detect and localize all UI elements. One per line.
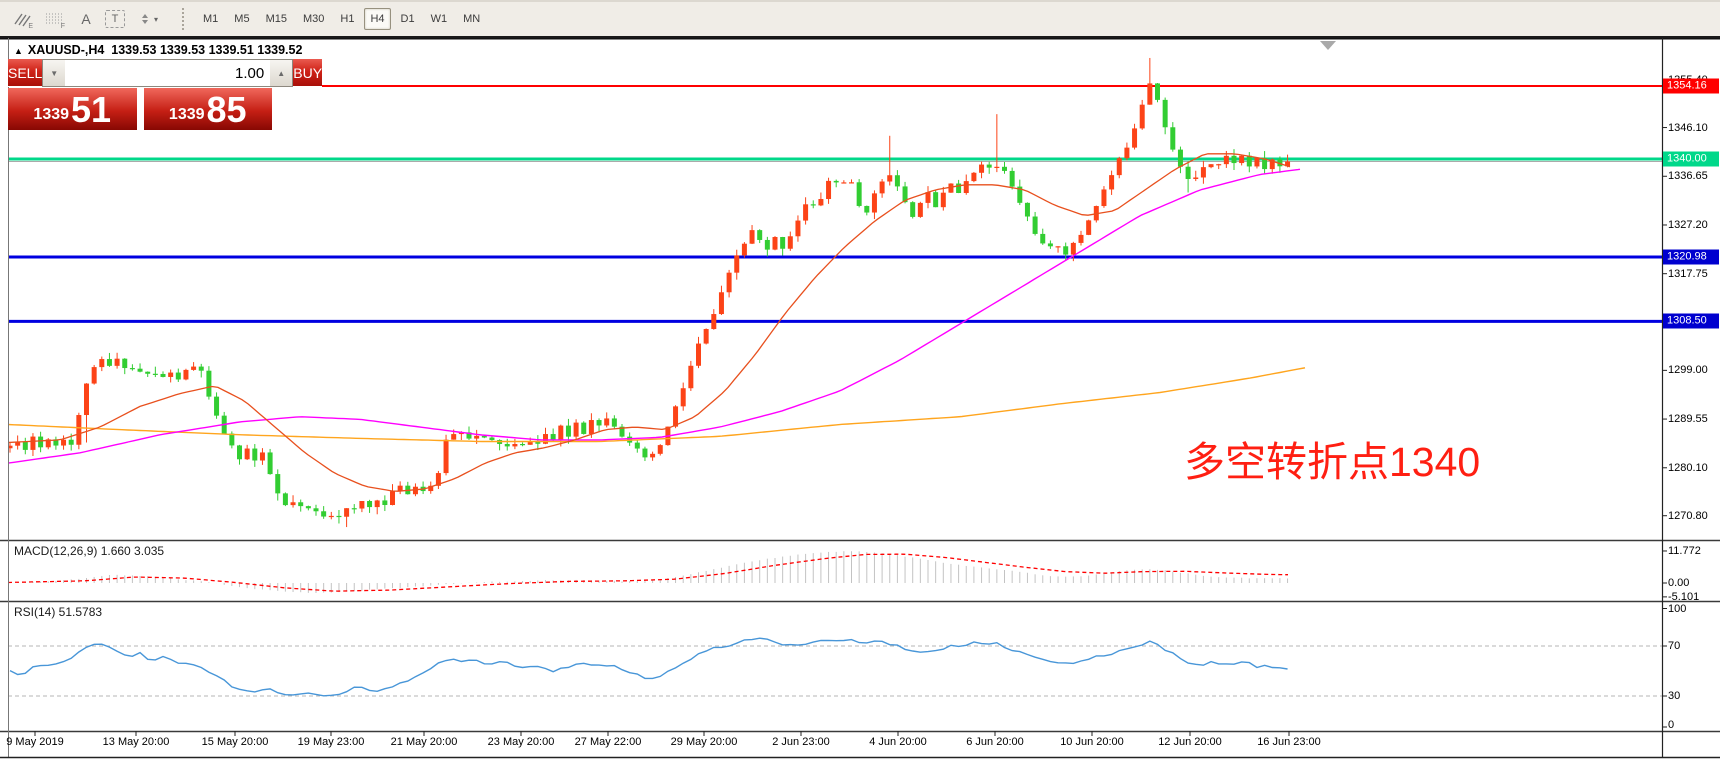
chart-canvas[interactable] <box>0 38 1720 761</box>
price-axis-tick: 1299.00 <box>1668 364 1708 376</box>
buy-price-big: 85 <box>207 92 247 128</box>
buy-button[interactable]: BUY <box>293 59 322 87</box>
timeframe-button-w1[interactable]: W1 <box>425 8 454 30</box>
timeframe-button-m1[interactable]: M1 <box>197 8 224 30</box>
time-axis-label: 19 May 23:00 <box>298 736 365 748</box>
timeframe-button-h1[interactable]: H1 <box>334 8 360 30</box>
rsi-axis-tick: 30 <box>1668 690 1680 702</box>
price-axis-tick: 1336.65 <box>1668 170 1708 182</box>
timeframe-button-m15[interactable]: M15 <box>260 8 293 30</box>
rsi-axis-tick: 0 <box>1668 719 1674 731</box>
price-axis-tick: 1289.55 <box>1668 413 1708 425</box>
buy-price-quote[interactable]: 1339 85 <box>144 88 273 130</box>
sell-price-quote[interactable]: 1339 51 <box>8 88 137 130</box>
volume-stepper: ▼ ▲ <box>42 59 293 87</box>
symbol-timeframe-label: XAUUSD-,H4 <box>28 43 104 57</box>
fibonacci-icon[interactable]: F <box>41 7 67 31</box>
timeframe-button-h4[interactable]: H4 <box>364 8 390 30</box>
sell-price-small: 1339 <box>33 106 69 124</box>
time-axis-label: 16 Jun 23:00 <box>1257 736 1321 748</box>
chart-shift-marker-icon[interactable] <box>1320 41 1336 50</box>
rsi-label: RSI(14) 51.5783 <box>14 605 102 619</box>
time-axis-label: 10 Jun 20:00 <box>1060 736 1124 748</box>
chart-annotation-text: 多空转折点1340 <box>1184 428 1480 488</box>
time-axis-label: 4 Jun 20:00 <box>869 736 927 748</box>
macd-axis-tick: -5.101 <box>1668 591 1699 603</box>
time-axis-label: 29 May 20:00 <box>671 736 738 748</box>
buy-price-small: 1339 <box>169 106 205 124</box>
expand-triangle-icon[interactable]: ▲ <box>14 46 23 56</box>
rsi-axis-tick: 70 <box>1668 640 1680 652</box>
chart-title: ▲ XAUUSD-,H4 1339.53 1339.53 1339.51 1339… <box>14 43 302 57</box>
one-click-trading-panel: SELL ▼ ▲ BUY 1339 51 1339 85 <box>8 59 272 130</box>
macd-axis-tick: 0.00 <box>1668 577 1689 589</box>
top-toolbar: E F A T ▾ M1M5M15M30H1H4D1W1MN <box>0 0 1720 38</box>
macd-axis-tick: 11.772 <box>1668 545 1701 557</box>
line-studies-icon[interactable]: E <box>9 7 35 31</box>
timeframe-button-m30[interactable]: M30 <box>297 8 330 30</box>
price-level-badge: 1340.00 <box>1663 151 1719 166</box>
timeframe-button-d1[interactable]: D1 <box>395 8 421 30</box>
price-axis-tick: 1317.75 <box>1668 268 1708 280</box>
price-level-badge: 1320.98 <box>1663 250 1719 265</box>
time-axis-label: 13 May 20:00 <box>103 736 170 748</box>
time-axis-label: 2 Jun 23:00 <box>772 736 830 748</box>
rsi-axis-tick: 100 <box>1668 603 1686 615</box>
price-axis-tick: 1270.80 <box>1668 510 1708 522</box>
time-axis-label: 27 May 22:00 <box>575 736 642 748</box>
chevron-down-icon: ▾ <box>154 15 158 24</box>
arrow-tools-icon[interactable]: ▾ <box>131 7 165 31</box>
price-axis-tick: 1327.20 <box>1668 219 1708 231</box>
volume-decrease-button[interactable]: ▼ <box>43 60 65 86</box>
text-label-icon[interactable]: A <box>73 7 99 31</box>
time-axis-label: 9 May 2019 <box>6 736 63 748</box>
time-axis-label: 6 Jun 20:00 <box>966 736 1024 748</box>
time-axis-label: 15 May 20:00 <box>202 736 269 748</box>
time-axis-label: 12 Jun 20:00 <box>1158 736 1222 748</box>
price-axis-tick: 1346.10 <box>1668 122 1708 134</box>
ohlc-values: 1339.53 1339.53 1339.51 1339.52 <box>111 43 302 57</box>
time-axis-label: 21 May 20:00 <box>391 736 458 748</box>
timeframe-button-m5[interactable]: M5 <box>228 8 255 30</box>
price-axis-tick: 1280.10 <box>1668 462 1708 474</box>
timeframe-button-mn[interactable]: MN <box>457 8 486 30</box>
timeframe-group: M1M5M15M30H1H4D1W1MN <box>195 8 488 30</box>
sell-button[interactable]: SELL <box>8 59 42 87</box>
quote-divider <box>137 88 144 130</box>
macd-label: MACD(12,26,9) 1.660 3.035 <box>14 544 164 558</box>
toolbar-separator <box>182 8 187 30</box>
price-level-badge: 1308.50 <box>1663 314 1719 329</box>
price-level-badge: 1354.16 <box>1663 79 1719 94</box>
text-box-icon[interactable]: T <box>105 10 125 28</box>
sell-price-big: 51 <box>71 92 111 128</box>
chart-window[interactable]: ▲ XAUUSD-,H4 1339.53 1339.53 1339.51 1339… <box>0 38 1720 761</box>
volume-input[interactable] <box>65 60 270 86</box>
volume-increase-button[interactable]: ▲ <box>270 60 292 86</box>
time-axis-label: 23 May 20:00 <box>488 736 555 748</box>
